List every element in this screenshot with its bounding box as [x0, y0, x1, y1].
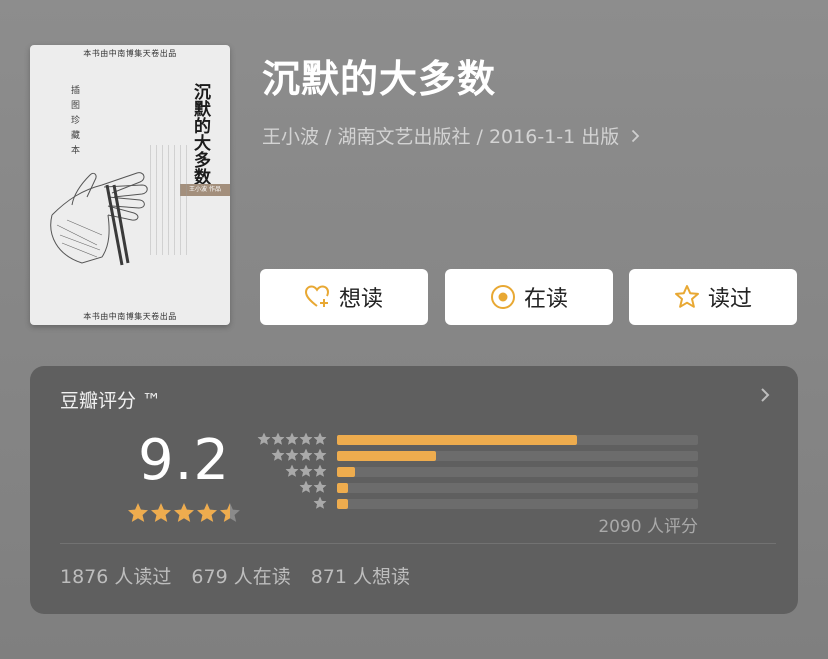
rating-total: 2090 人评分 [598, 517, 698, 537]
small-star-icon [313, 495, 327, 514]
stat-want: 871 人想读 [310, 566, 411, 588]
book-title: 沉默的大多数 [262, 57, 497, 101]
heart-plus-icon [304, 285, 331, 309]
chevron-right-icon [625, 126, 640, 148]
reader-stats: 1876 人读过 679 人在读 871 人想读 [60, 562, 410, 589]
rating-star-icon [127, 502, 149, 528]
cover-text-block [150, 145, 188, 255]
stat-reading: 679 人在读 [191, 566, 291, 588]
chevron-right-icon[interactable] [760, 384, 770, 409]
rating-bar-track [337, 483, 698, 493]
rating-distribution [255, 432, 698, 512]
target-circle-icon [490, 284, 516, 310]
rating-card[interactable]: 豆瓣评分 ™ 9.2 2090 人评分 1876 人读过 679 人在读 871… [30, 366, 798, 614]
reading-label: 在读 [523, 287, 568, 312]
rating-star-icon [173, 502, 195, 528]
rating-bar-fill [337, 483, 348, 493]
rating-star-icon [196, 502, 218, 528]
rating-bar-fill [337, 435, 578, 445]
star-outline-icon [674, 284, 700, 310]
rating-bar-fill [337, 499, 348, 509]
book-cover[interactable]: 本书由中南博集天卷出品 插图珍藏本 沉默的大多数 王小波 作品 本书由中南博集天… [30, 45, 230, 325]
rating-stars [127, 502, 241, 528]
have-read-label: 读过 [707, 287, 752, 312]
have-read-button[interactable]: 读过 [629, 269, 797, 325]
rating-bar-fill [337, 451, 437, 461]
rating-bar-track [337, 499, 698, 509]
reading-button[interactable]: 在读 [445, 269, 613, 325]
cover-title: 沉默的大多数 [190, 83, 210, 185]
divider [60, 543, 776, 544]
rating-bar-track [337, 467, 698, 477]
rating-header: 豆瓣评分 ™ [60, 390, 162, 412]
book-meta-text: 王小波 / 湖南文艺出版社 / 2016-1-1 出版 [262, 126, 620, 148]
stat-read: 1876 人读过 [60, 566, 172, 588]
want-to-read-label: 想读 [338, 287, 383, 312]
rating-row-1-stars [255, 496, 698, 512]
row-stars [255, 495, 327, 514]
cover-publisher-line-top: 本书由中南博集天卷出品 [83, 49, 177, 58]
want-to-read-button[interactable]: 想读 [260, 269, 428, 325]
rating-bar-track [337, 451, 698, 461]
rating-score: 9.2 [138, 428, 231, 493]
cover-hand-illustration [50, 172, 148, 266]
rating-star-icon [219, 502, 241, 528]
rating-bar-track [337, 435, 698, 445]
book-meta-link[interactable]: 王小波 / 湖南文艺出版社 / 2016-1-1 出版 [262, 122, 640, 149]
rating-bar-fill [337, 467, 356, 477]
rating-star-icon [150, 502, 172, 528]
cover-publisher-line-bottom: 本书由中南博集天卷出品 [83, 312, 177, 321]
